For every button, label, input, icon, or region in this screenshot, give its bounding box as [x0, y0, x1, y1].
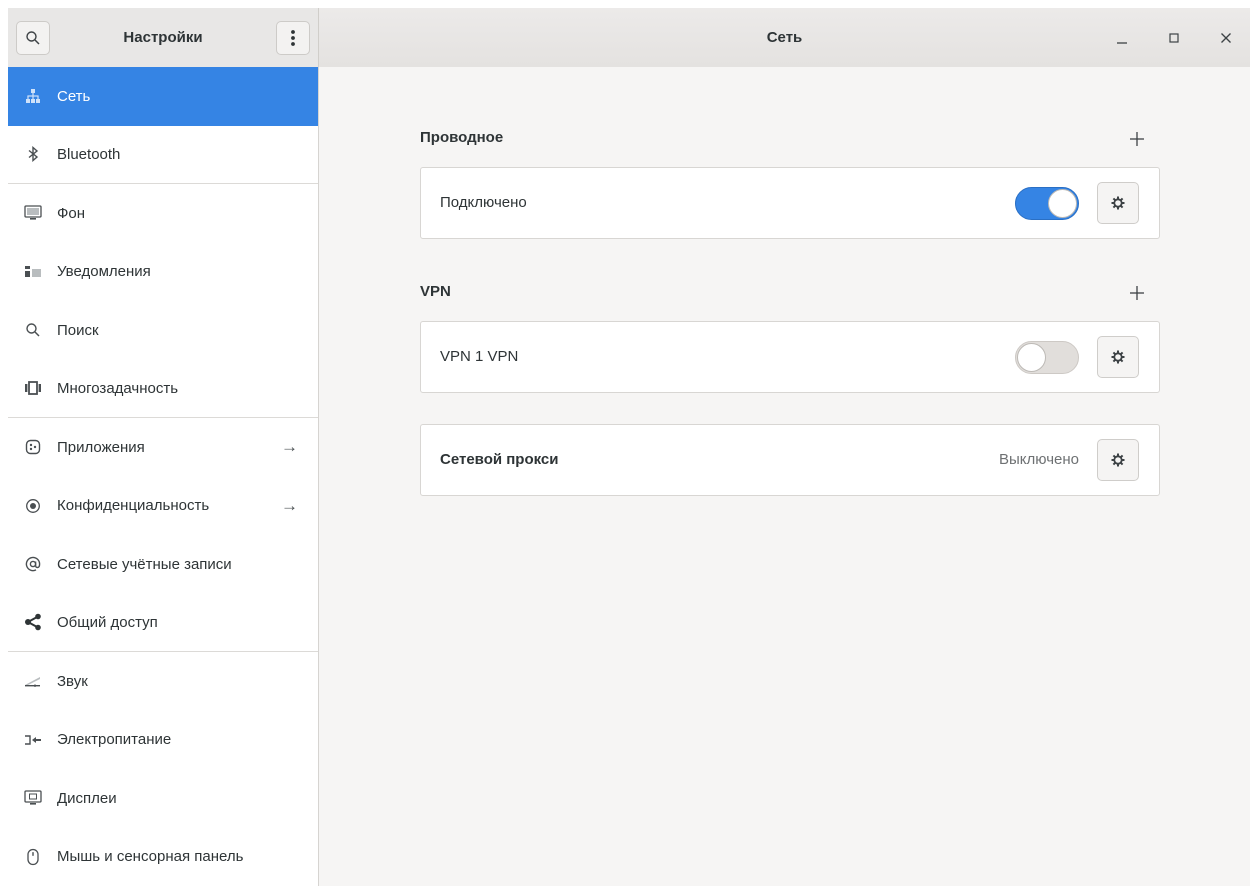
plus-icon — [1130, 132, 1144, 146]
sidebar-item-background[interactable]: Фон — [8, 184, 318, 243]
gear-icon — [1111, 350, 1125, 364]
network-proxy-label: Сетевой прокси — [440, 451, 559, 468]
sidebar-item-online-accounts[interactable]: Сетевые учётные записи — [8, 535, 318, 594]
network-panel: Проводное Подключено VPN VPN 1 VPN Сетев… — [320, 67, 1250, 886]
sidebar-item-label: Общий доступ — [57, 613, 158, 631]
sidebar-item-label: Многозадачность — [57, 379, 179, 397]
wired-connection-label: Подключено — [440, 194, 527, 211]
sidebar-item-multitasking[interactable]: Многозадачность — [8, 360, 318, 418]
share-icon — [24, 613, 42, 631]
menu-button[interactable] — [276, 20, 310, 55]
arrow-right-icon: → — [281, 495, 298, 515]
background-icon — [24, 204, 42, 222]
sound-icon — [24, 672, 42, 690]
bluetooth-icon — [24, 145, 42, 163]
sidebar-item-notifications[interactable]: Уведомления — [8, 243, 318, 302]
sidebar-item-search[interactable]: Поиск — [8, 301, 318, 360]
vpn-settings-button[interactable] — [1097, 336, 1139, 378]
sidebar-item-label: Приложения — [57, 438, 145, 456]
vpn-toggle[interactable] — [1015, 341, 1079, 374]
minimize-button[interactable] — [1110, 26, 1134, 50]
toggle-knob — [1017, 343, 1046, 372]
sidebar-item-bluetooth[interactable]: Bluetooth — [8, 126, 318, 184]
wired-toggle[interactable] — [1015, 187, 1079, 220]
arrow-right-icon: → — [281, 437, 298, 457]
sidebar-item-label: Bluetooth — [57, 145, 121, 163]
search-icon — [24, 321, 42, 339]
network-icon — [24, 87, 42, 105]
sidebar-item-sound[interactable]: Звук — [8, 652, 318, 711]
network-proxy-status: Выключено — [999, 451, 1079, 468]
sidebar-item-label: Дисплеи — [57, 789, 117, 807]
vpn-connection-label: VPN 1 VPN — [440, 348, 519, 365]
sidebar-item-power[interactable]: Электропитание — [8, 711, 318, 770]
sidebar-item-label: Сетевые учётные записи — [57, 555, 232, 573]
sidebar-title: Настройки — [123, 29, 203, 46]
sidebar-item-label: Электропитание — [57, 731, 172, 749]
add-vpn-button[interactable] — [1125, 281, 1149, 305]
sidebar-item-label: Сеть — [57, 87, 91, 105]
notifications-icon — [24, 263, 42, 281]
maximize-button[interactable] — [1162, 26, 1186, 50]
network-proxy-row[interactable]: Сетевой прокси Выключено — [420, 424, 1160, 496]
section-title-vpn: VPN — [420, 283, 451, 300]
content-header: Сеть — [319, 8, 1250, 67]
header-bar: Настройки Сеть — [8, 8, 1250, 67]
close-button[interactable] — [1214, 26, 1238, 50]
sidebar-item-label: Уведомления — [57, 263, 151, 281]
minimize-icon — [1117, 42, 1127, 44]
sidebar-item-mouse[interactable]: Мышь и сенсорная панель — [8, 828, 318, 886]
power-icon — [24, 731, 42, 749]
maximize-icon — [1169, 33, 1179, 43]
close-icon — [1221, 33, 1231, 43]
section-title-wired: Проводное — [420, 129, 504, 146]
gear-icon — [1111, 453, 1125, 467]
sidebar-item-displays[interactable]: Дисплеи — [8, 769, 318, 828]
sidebar-item-label: Поиск — [57, 321, 99, 339]
sidebar-item-label: Звук — [57, 672, 88, 690]
plus-icon — [1130, 286, 1144, 300]
sidebar-item-label: Фон — [57, 204, 86, 222]
sidebar-item-label: Конфиденциальность — [57, 497, 210, 515]
proxy-settings-button[interactable] — [1097, 439, 1139, 481]
settings-window: Настройки Сеть Сеть Bluetooth Фон Уведом… — [8, 8, 1250, 886]
wired-connection-row: Подключено — [420, 167, 1160, 239]
sidebar-item-sharing[interactable]: Общий доступ — [8, 594, 318, 652]
sidebar-item-label: Мышь и сенсорная панель — [57, 848, 244, 866]
vpn-connection-row: VPN 1 VPN — [420, 321, 1160, 393]
sidebar: Сеть Bluetooth Фон Уведомления Поиск Мно… — [8, 67, 319, 886]
display-icon — [24, 789, 42, 807]
multitasking-icon — [24, 379, 42, 397]
sidebar-header: Настройки — [8, 8, 319, 67]
gear-icon — [1111, 196, 1125, 210]
add-wired-button[interactable] — [1125, 127, 1149, 151]
search-button[interactable] — [16, 20, 50, 55]
at-sign-icon — [24, 555, 42, 573]
privacy-icon — [24, 497, 42, 515]
sidebar-item-privacy[interactable]: Конфиденциальность → — [8, 477, 318, 536]
sidebar-item-apps[interactable]: Приложения → — [8, 418, 318, 477]
mouse-icon — [24, 848, 42, 866]
toggle-knob — [1048, 189, 1077, 218]
sidebar-item-network[interactable]: Сеть — [8, 67, 318, 126]
wired-settings-button[interactable] — [1097, 182, 1139, 224]
vertical-dots-icon — [291, 29, 295, 46]
apps-icon — [24, 438, 42, 456]
search-icon — [26, 30, 40, 45]
